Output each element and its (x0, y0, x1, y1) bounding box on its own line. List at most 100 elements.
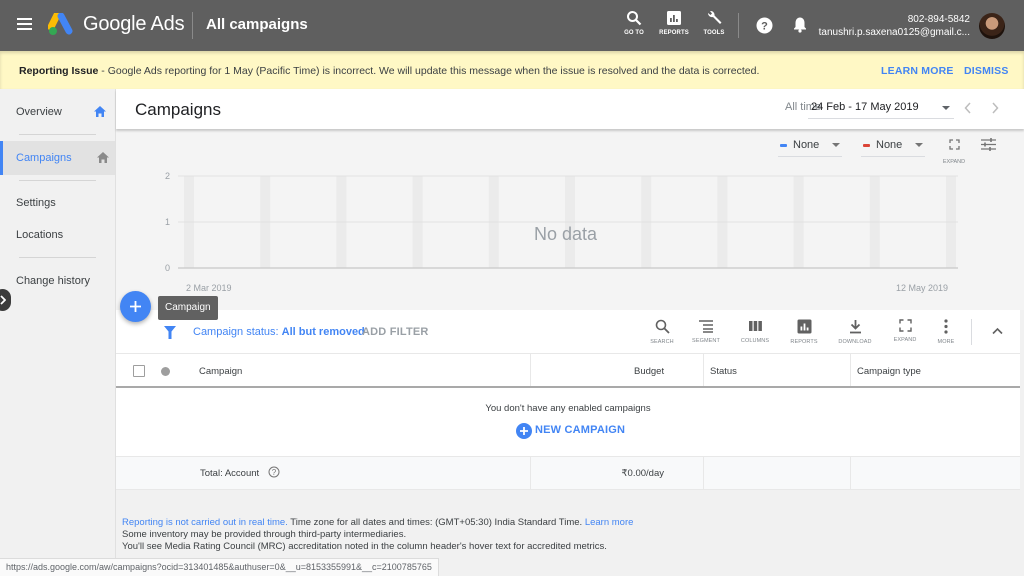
sidebar-item-settings[interactable]: Settings (0, 186, 115, 220)
reports-button[interactable]: REPORTS (654, 10, 694, 36)
chevron-up-icon[interactable] (992, 327, 1003, 335)
campaign-status-filter[interactable]: Campaign status: All but removed (193, 326, 365, 338)
reporting-issue-banner: Reporting Issue - Google Ads reporting f… (0, 51, 1024, 89)
svg-text:?: ? (272, 468, 277, 477)
footer-line-1: Reporting is not carried out in real tim… (122, 517, 633, 529)
google-ads-logo[interactable] (48, 13, 74, 37)
column-divider (530, 354, 531, 386)
sidebar-item-change-history[interactable]: Change history (0, 264, 115, 298)
dropdown-arrow-icon (942, 106, 950, 110)
account-info[interactable]: 802-894-5842 tanushri.p.saxena0125@gmail… (819, 13, 970, 39)
wrench-icon (707, 10, 721, 24)
more-label: MORE (937, 339, 955, 345)
chart-settings-icon[interactable] (980, 137, 997, 152)
svg-text:?: ? (761, 21, 768, 33)
column-divider (530, 457, 531, 489)
divider (192, 12, 193, 39)
fab-tooltip: Campaign (158, 296, 218, 320)
more-vertical-icon (944, 319, 948, 334)
page-title: Campaigns (135, 100, 221, 119)
add-filter-button[interactable]: ADD FILTER (362, 326, 429, 338)
filter-prefix: Campaign status: (193, 326, 282, 338)
footer-line-3: You'll see Media Rating Council (MRC) ac… (122, 541, 607, 552)
tools-button[interactable]: TOOLS (694, 10, 734, 36)
menu-icon[interactable] (17, 18, 32, 31)
y-tick-label: 2 (165, 171, 170, 181)
metric-1-color-swatch (780, 144, 787, 147)
expand-icon (948, 139, 960, 150)
select-all-checkbox[interactable] (133, 365, 145, 377)
reports-icon (667, 11, 681, 25)
sidebar-expand-toggle[interactable] (0, 289, 11, 311)
search-icon (655, 319, 670, 334)
sidebar-item-locations[interactable]: Locations (0, 218, 115, 252)
column-header-budget[interactable]: Budget (634, 366, 664, 377)
download-button[interactable]: DOWNLOAD (835, 319, 875, 345)
more-button[interactable]: MORE (926, 319, 966, 345)
home-icon (94, 106, 106, 117)
banner-text: - Google Ads reporting for 1 May (Pacifi… (98, 65, 760, 77)
footer-line-2: Some inventory may be provided through t… (122, 529, 407, 540)
total-label: Total: Account (200, 468, 260, 479)
segment-label: SEGMENT (692, 338, 720, 344)
filter-icon[interactable] (164, 326, 176, 339)
tools-label: TOOLS (703, 30, 725, 36)
chevron-right-icon[interactable] (991, 102, 999, 114)
filter-toolbar: Campaign status: All but removed ADD FIL… (116, 310, 1020, 354)
no-data-message: No data (534, 224, 598, 244)
chart-expand-button[interactable]: EXPAND (939, 137, 969, 165)
column-divider (850, 457, 851, 489)
add-circle-icon (516, 423, 532, 439)
column-divider (703, 354, 704, 386)
help-circle-icon[interactable]: ? (268, 466, 280, 478)
column-header-status[interactable]: Status (710, 366, 737, 377)
goto-label: GO TO (624, 30, 644, 36)
learn-more-button[interactable]: LEARN MORE (881, 65, 954, 77)
expand-label: EXPAND (942, 159, 966, 165)
sidebar-item-campaigns[interactable]: Campaigns (0, 141, 115, 175)
sidebar-item-label: Locations (16, 229, 64, 241)
expand-icon (898, 319, 912, 332)
table-expand-button[interactable]: EXPAND (885, 319, 925, 343)
dropdown-arrow-icon (915, 143, 923, 147)
avatar[interactable] (979, 13, 1005, 39)
notification-bell-icon[interactable] (793, 16, 807, 33)
sidebar-item-overview[interactable]: Overview (0, 95, 115, 129)
campaigns-table: Campaign Budget Status Campaign type You… (116, 354, 1020, 490)
date-range-value: 24 Feb - 17 May 2019 (811, 101, 919, 113)
total-budget: ₹0.00/day (621, 468, 665, 479)
divider (971, 319, 972, 345)
plus-icon (130, 301, 141, 312)
help-icon[interactable]: ? (756, 17, 773, 34)
metric-1-label: None (793, 139, 820, 151)
table-header: Campaign Budget Status Campaign type (116, 354, 1020, 388)
timezone-text: Time zone for all dates and times: (GMT+… (287, 517, 585, 528)
empty-state-row: You don't have any enabled campaigns NEW… (116, 388, 1020, 457)
divider (738, 13, 739, 38)
chevron-left-icon[interactable] (964, 102, 972, 114)
columns-button[interactable]: COLUMNS (735, 319, 775, 344)
dismiss-button[interactable]: DISMISS (964, 65, 1009, 77)
page-header: Campaigns All time 24 Feb - 17 May 2019 (116, 89, 1024, 129)
filter-value: All but removed (281, 326, 365, 338)
empty-state-message: You don't have any enabled campaigns (485, 403, 651, 414)
search-label: SEARCH (650, 339, 674, 345)
goto-button[interactable]: GO TO (614, 10, 654, 36)
add-campaign-fab[interactable] (120, 291, 151, 322)
reporting-realtime-link[interactable]: Reporting is not carried out in real tim… (122, 517, 288, 528)
table-reports-button[interactable]: REPORTS (784, 319, 824, 345)
banner-message: Reporting Issue - Google Ads reporting f… (19, 65, 759, 77)
dropdown-arrow-icon (832, 143, 840, 147)
column-header-campaign-type[interactable]: Campaign type (857, 366, 921, 377)
column-header-campaign[interactable]: Campaign (199, 366, 242, 377)
divider (19, 257, 96, 258)
date-range-picker[interactable]: 24 Feb - 17 May 2019 (808, 99, 954, 119)
sidebar-item-label: Overview (16, 106, 62, 118)
performance-chart: 0 1 2 2 Mar 2019 12 May 2019 None None EXPAN… (116, 129, 1024, 310)
metric-selector-1[interactable]: None (778, 137, 842, 157)
metric-selector-2[interactable]: None (861, 137, 925, 157)
table-search-button[interactable]: SEARCH (642, 319, 682, 345)
learn-more-link[interactable]: Learn more (585, 517, 634, 528)
new-campaign-label: NEW CAMPAIGN (535, 424, 626, 436)
segment-button[interactable]: SEGMENT (686, 319, 726, 344)
